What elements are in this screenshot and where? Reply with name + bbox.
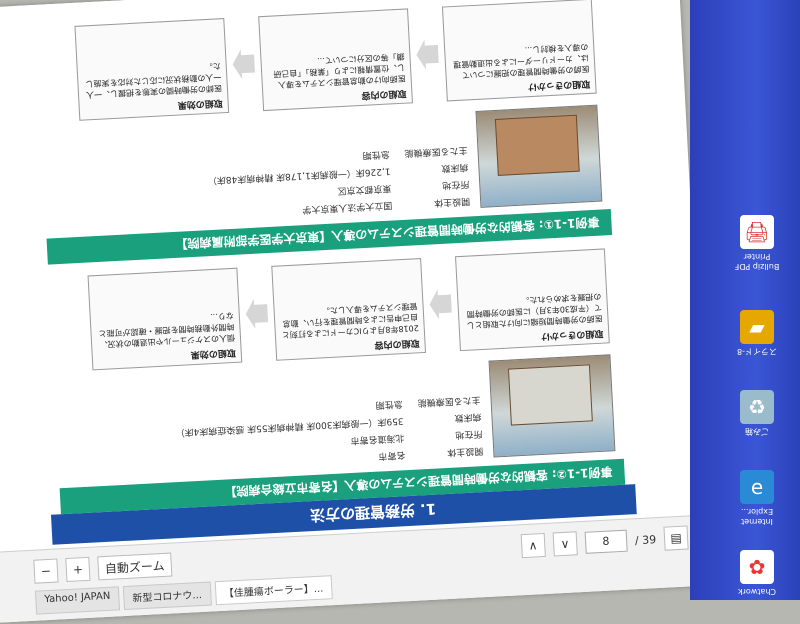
- case-2-box-content: 取組の内容 2018年8月よりICカードによる打刻と自己申告による時間管理を行い、…: [271, 258, 427, 361]
- case-2-box-trigger: 取組のきっかけ 医師の労働時間短縮に向けた取組として（平成30年3月）に医師の労働…: [455, 248, 610, 352]
- tab-yahoo[interactable]: Yahoo! JAPAN: [34, 586, 121, 615]
- arrow-icon: [232, 49, 256, 80]
- prev-page-button[interactable]: ∧: [520, 532, 546, 559]
- tab-corona[interactable]: 新型コロナウ...: [122, 581, 212, 611]
- case-1-box-effect: 取組の効果 医師の労働時間の実態を把握し、一人一人の勤務状況に応じた対応を実施した…: [74, 18, 230, 121]
- desktop-icon-pdf-printer[interactable]: 🖨 Bullzip PDF Printer: [734, 215, 780, 271]
- case-1-box-content: 取組の内容 医師向けの勤怠管理システムを導入し、位置情報により「業務」「自己研鑽」…: [258, 8, 413, 112]
- document-page: 1. 労務管理の方法 7 事例1-1①: 客観的な労働時間管理システムの導入【東…: [24, 0, 637, 545]
- tab-active-pdf[interactable]: 【佳腫瘍ボーラー】...: [214, 575, 333, 606]
- arrow-icon: [429, 289, 453, 320]
- hospital-photo: [475, 104, 603, 208]
- case-1-box-trigger: 取組のきっかけ 医師の労働時間管理の把握については、カードリーダーによる出退勤管理…: [441, 0, 597, 102]
- browser-window: 1. 労務管理の方法 7 事例1-1①: 客観的な労働時間管理システムの導入【東…: [0, 0, 711, 624]
- zoom-out-button[interactable]: −: [33, 558, 59, 584]
- zoom-select[interactable]: 自動ズーム: [97, 552, 173, 581]
- case-1: 事例1-1①: 客観的な労働時間管理システムの導入【東京大学医学部附属病院】 開…: [35, 0, 613, 265]
- folder-icon: ▰: [740, 310, 774, 344]
- page-total: / 39: [634, 532, 657, 547]
- desktop-icon-chatwork[interactable]: ✿ Chatwork: [734, 550, 780, 596]
- desktop-icon-recycle-bin[interactable]: ♻ ごみ箱: [734, 390, 780, 436]
- arrow-icon: [416, 39, 440, 70]
- zoom-in-button[interactable]: +: [65, 556, 91, 583]
- section-title: 1. 労務管理の方法: [309, 500, 437, 525]
- sidebar-toggle-icon[interactable]: ▤: [663, 525, 689, 551]
- hospital-photo: [488, 354, 616, 458]
- case-2-meta: 開設主体 名寄市 所在地 北海道名寄市 病床数 359床（一般病床300床 精神病床5…: [175, 394, 484, 461]
- page-number-input[interactable]: 8: [584, 529, 628, 554]
- case-2: 事例1-1②: 客観的な労働時間管理システムの導入【名寄市立総合病院】 開設主体…: [48, 235, 626, 515]
- case-1-meta: 開設主体 国立大学法人東京大学 所在地 東京都文京区 病床数 1,226床（一般病床1…: [207, 144, 471, 215]
- ie-icon: e: [740, 470, 774, 504]
- desktop-icon-folder[interactable]: ▰ スライド-8: [734, 310, 780, 356]
- chatwork-icon: ✿: [740, 550, 774, 584]
- pdf-viewer[interactable]: 1. 労務管理の方法 7 事例1-1①: 客観的な労働時間管理システムの導入【東…: [14, 0, 672, 551]
- arrow-icon: [245, 298, 269, 329]
- case-2-box-effect: 取組の効果 個人のスケジュールや出退勤の状況、時間外勤務時間を把握・確認が可能とな…: [87, 267, 243, 371]
- recycle-bin-icon: ♻: [740, 390, 774, 424]
- desktop-icon-ie[interactable]: e Internet Explor...: [734, 470, 780, 526]
- next-page-button[interactable]: ∨: [552, 531, 578, 557]
- desktop-background: 🖨 Bullzip PDF Printer ▰ スライド-8 ♻ ごみ箱 e I…: [690, 0, 800, 600]
- pdf-printer-icon: 🖨: [740, 215, 774, 249]
